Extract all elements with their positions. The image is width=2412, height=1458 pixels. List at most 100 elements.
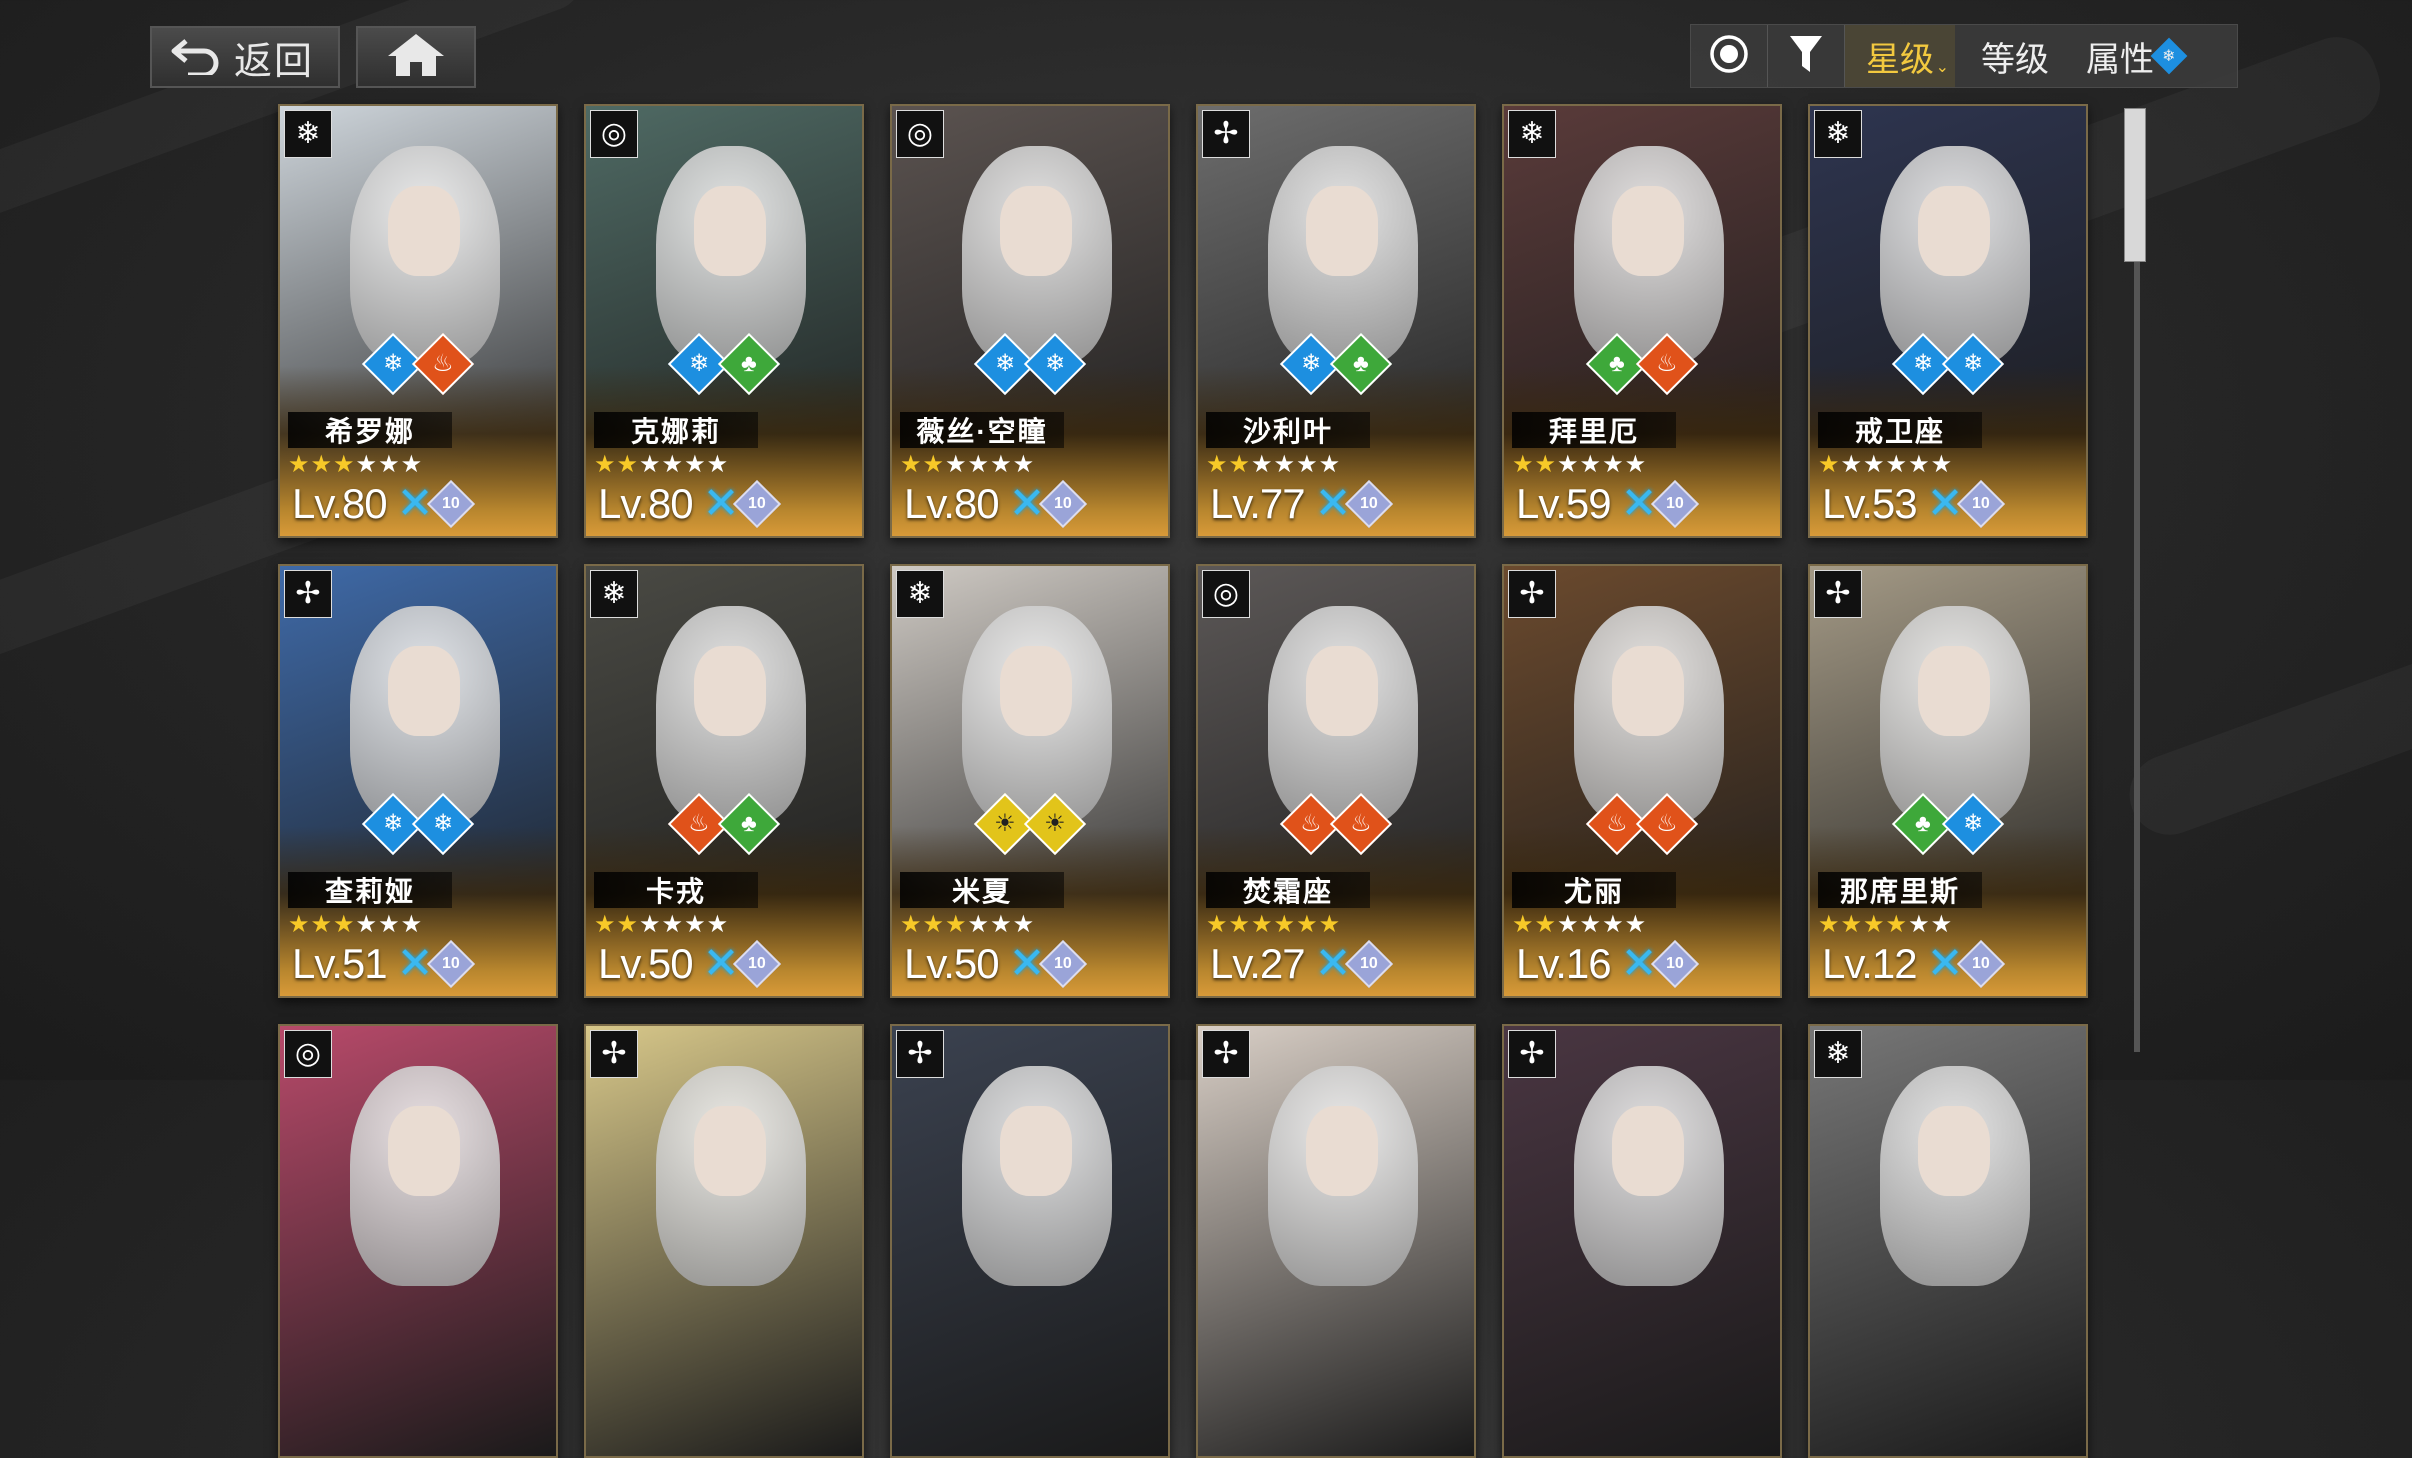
star-rating: ★★★★★★ [900,910,1035,939]
sort-by-star-button[interactable]: 星级 ⌄ [1845,25,1955,87]
target-class-icon: ◎ [1202,570,1250,618]
attribute-icons: ❄ ❄ [892,332,1168,396]
snowflake-class-icon: ❄ [1814,1030,1862,1078]
star-empty-icon: ★ [639,911,662,938]
level-row: Lv.53 ✕ 10 [1822,478,2005,529]
level-text: Lv.12 [1822,939,1918,987]
character-card[interactable]: ✢ [584,1024,864,1458]
display-toggle-button[interactable] [1691,25,1768,87]
star-filled-icon: ★ [1296,911,1319,938]
star-empty-icon: ★ [1318,451,1342,478]
star-filled-icon: ★ [900,451,923,478]
rank-badge-value: 10 [747,494,766,512]
character-name: 戒卫座 [1818,412,1982,448]
character-card[interactable]: ◎ ❄ ❄ 薇丝·空瞳 ★★★★★★ Lv.80 ✕ 10 [890,104,1170,538]
star-rating: ★★★★★★ [1512,450,1647,479]
character-name: 尤丽 [1512,872,1676,908]
ice-snowflake-icon: ❄ [2150,37,2188,75]
character-portrait [280,1026,556,1456]
gold-attribute-icon: ☀ [1023,792,1087,856]
fire-attribute-icon: ♨ [411,332,475,396]
star-rating: ★★★★★★ [288,910,423,939]
wood-attribute-icon: ♣ [1329,332,1393,396]
star-filled-icon: ★ [288,911,311,938]
target-class-icon: ◎ [896,110,944,158]
sort-by-attribute-button[interactable]: 属性 ❄ [2075,25,2193,87]
pinwheel-class-icon: ✢ [1814,570,1862,618]
level-row: Lv.59 ✕ 10 [1516,478,1699,529]
rank-badge-value: 10 [441,954,460,972]
rank-badge-value: 10 [1359,494,1378,512]
star-empty-icon: ★ [1840,451,1864,478]
star-filled-icon: ★ [1534,451,1558,478]
character-card[interactable]: ✢ [1502,1024,1782,1458]
character-card[interactable]: ❄ ♣ ♨ 拜里厄 ★★★★★★ Lv.59 ✕ 10 [1502,104,1782,538]
character-card[interactable]: ❄ ♨ ♣ 卡戎 ★★★★★★ Lv.50 ✕ 10 [584,564,864,998]
home-button[interactable] [356,26,476,88]
character-card[interactable]: ✢ ♣ ❄ 那席里斯 ★★★★★★ Lv.12 ✕ 10 [1808,564,2088,998]
rank-badge-value: 10 [1971,954,1990,972]
character-portrait [1810,1026,2086,1456]
sort-by-level-button[interactable]: 等级 [1955,25,2075,87]
character-name: 焚霜座 [1206,872,1370,908]
sort-star-label: 星级 [1866,40,1934,79]
star-empty-icon: ★ [706,451,730,478]
star-filled-icon: ★ [1228,911,1252,938]
star-filled-icon: ★ [1228,451,1252,478]
attribute-icons: ♨ ♣ [586,792,862,856]
level-row: Lv.50 ✕ 10 [904,938,1087,989]
character-name: 克娜莉 [594,412,758,448]
star-empty-icon: ★ [639,451,662,478]
character-card[interactable]: ◎ [278,1024,558,1458]
star-rating: ★★★★★★ [594,450,729,479]
level-text: Lv.53 [1822,479,1918,527]
level-text: Lv.80 [292,479,388,527]
star-empty-icon: ★ [661,451,685,478]
character-card[interactable]: ✢ [890,1024,1170,1458]
character-card[interactable]: ❄ [1808,1024,2088,1458]
star-filled-icon: ★ [288,451,311,478]
attribute-icons: ❄ ♨ [280,332,556,396]
pinwheel-class-icon: ✢ [1202,110,1250,158]
scrollbar-thumb[interactable] [2124,108,2146,262]
character-card[interactable]: ✢ ❄ ♣ 沙利叶 ★★★★★★ Lv.77 ✕ 10 [1196,104,1476,538]
character-card[interactable]: ✢ ♨ ♨ 尤丽 ★★★★★★ Lv.16 ✕ 10 [1502,564,1782,998]
attribute-icons: ☀ ☀ [892,792,1168,856]
character-card[interactable]: ◎ ♨ ♨ 焚霜座 ★★★★★★ Lv.27 ✕ 10 [1196,564,1476,998]
star-filled-icon: ★ [945,911,968,938]
star-filled-icon: ★ [1206,911,1229,938]
attribute-icons: ❄ ♣ [1198,332,1474,396]
star-empty-icon: ★ [1012,911,1036,938]
filter-funnel-icon [1788,34,1824,79]
star-filled-icon: ★ [1251,911,1274,938]
star-empty-icon: ★ [990,911,1013,938]
star-empty-icon: ★ [1624,911,1648,938]
fire-attribute-icon: ♨ [1635,332,1699,396]
character-card[interactable]: ✢ [1196,1024,1476,1458]
character-card[interactable]: ❄ ❄ ❄ 戒卫座 ★★★★★★ Lv.53 ✕ 10 [1808,104,2088,538]
star-empty-icon: ★ [1251,451,1274,478]
sort-attribute-label: 属性 [2086,40,2154,79]
star-empty-icon: ★ [378,451,401,478]
character-card[interactable]: ❄ ☀ ☀ 米夏 ★★★★★★ Lv.50 ✕ 10 [890,564,1170,998]
pinwheel-class-icon: ✢ [1508,1030,1556,1078]
level-text: Lv.51 [292,939,388,987]
level-row: Lv.16 ✕ 10 [1516,938,1699,989]
back-button[interactable]: 返回 [150,26,340,88]
rank-badge-value: 10 [1359,954,1378,972]
character-card[interactable]: ❄ ❄ ♨ 希罗娜 ★★★★★★ Lv.80 ✕ 10 [278,104,558,538]
star-filled-icon: ★ [922,451,946,478]
star-rating: ★★★★★★ [900,450,1035,479]
ice-attribute-icon: ❄ [1023,332,1087,396]
star-empty-icon: ★ [1557,911,1580,938]
level-row: Lv.27 ✕ 10 [1210,938,1393,989]
level-text: Lv.80 [904,479,1000,527]
character-card[interactable]: ✢ ❄ ❄ 查莉娅 ★★★★★★ Lv.51 ✕ 10 [278,564,558,998]
filter-button[interactable] [1768,25,1845,87]
star-empty-icon: ★ [1885,451,1909,478]
character-card[interactable]: ◎ ❄ ♣ 克娜莉 ★★★★★★ Lv.80 ✕ 10 [584,104,864,538]
level-text: Lv.27 [1210,939,1306,987]
snowflake-class-icon: ❄ [896,570,944,618]
star-filled-icon: ★ [1534,911,1558,938]
level-row: Lv.12 ✕ 10 [1822,938,2005,989]
